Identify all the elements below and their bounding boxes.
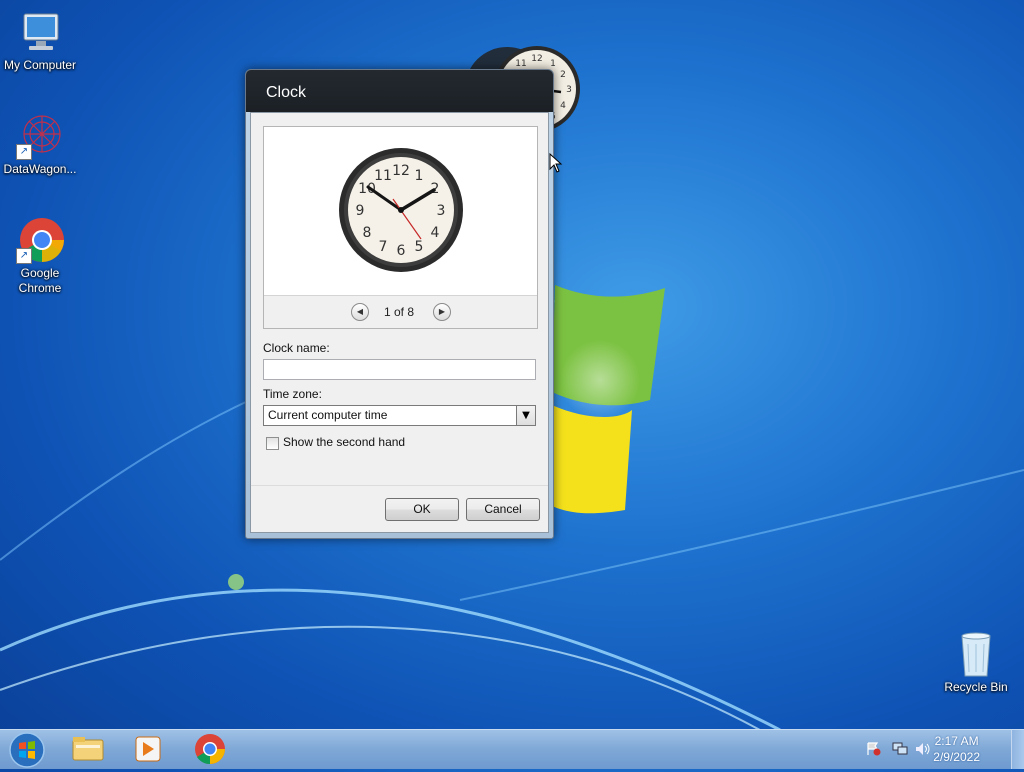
shortcut-arrow-icon: ↗ bbox=[16, 248, 32, 264]
chevron-down-icon[interactable]: ▼ bbox=[516, 406, 535, 425]
clock-name-label: Clock name: bbox=[263, 341, 330, 355]
mouse-cursor-icon bbox=[549, 153, 563, 173]
clock-name-input[interactable] bbox=[263, 359, 536, 380]
desktop-icon-label: DataWagon... bbox=[3, 162, 77, 176]
desktop-icon-my-computer[interactable]: My Computer bbox=[0, 8, 80, 73]
dialog-title: Clock bbox=[266, 84, 307, 101]
windows-logo-icon bbox=[9, 732, 45, 768]
taskbar-media-player[interactable] bbox=[124, 732, 172, 766]
chrome-icon bbox=[195, 734, 225, 765]
svg-text:3: 3 bbox=[437, 203, 446, 219]
svg-text:5: 5 bbox=[415, 239, 424, 255]
start-button[interactable] bbox=[8, 731, 46, 769]
dialog-body: 1212 345 678 91011 ◀ 1 of 8 ▶ Clock name… bbox=[250, 112, 549, 533]
folder-icon bbox=[72, 737, 104, 761]
next-clock-button[interactable]: ▶ bbox=[433, 303, 451, 321]
svg-text:11: 11 bbox=[374, 168, 392, 184]
svg-text:6: 6 bbox=[397, 243, 406, 259]
desktop-icon-google-chrome[interactable]: ↗ Google Chrome bbox=[0, 216, 80, 296]
computer-icon bbox=[16, 8, 64, 56]
cancel-button[interactable]: Cancel bbox=[466, 498, 540, 521]
svg-text:8: 8 bbox=[363, 225, 372, 241]
action-center-flag-icon[interactable] bbox=[866, 742, 882, 756]
svg-text:4: 4 bbox=[560, 101, 566, 111]
desktop-icon-recycle-bin[interactable]: Recycle Bin bbox=[936, 630, 1016, 695]
svg-text:1: 1 bbox=[550, 59, 556, 69]
desktop-icon-label: My Computer bbox=[3, 58, 77, 72]
desktop-icon-datawagon[interactable]: ↗ DataWagon... bbox=[0, 112, 80, 177]
time-zone-value: Current computer time bbox=[268, 408, 388, 422]
datawagon-icon: ↗ bbox=[16, 112, 64, 160]
taskbar-chrome[interactable] bbox=[186, 732, 234, 766]
svg-text:2: 2 bbox=[560, 70, 566, 80]
svg-text:12: 12 bbox=[531, 54, 542, 64]
svg-text:4: 4 bbox=[431, 225, 440, 241]
desktop-icon-label: Recycle Bin bbox=[944, 680, 1008, 694]
taskbar-explorer[interactable] bbox=[64, 732, 112, 766]
taskbar-time: 2:17 AM bbox=[934, 734, 979, 748]
svg-text:11: 11 bbox=[515, 59, 526, 69]
preview-navigation: ◀ 1 of 8 ▶ bbox=[264, 295, 537, 328]
clock-face-preview: 1212 345 678 91011 bbox=[339, 148, 463, 272]
taskbar-clock[interactable]: 2:17 AM 2/9/2022 bbox=[933, 733, 980, 765]
previous-clock-button[interactable]: ◀ bbox=[351, 303, 369, 321]
taskbar: 2:17 AM 2/9/2022 bbox=[0, 729, 1024, 769]
clock-settings-dialog: Clock 1212 345 678 91011 ◀ 1 of 8 bbox=[245, 69, 554, 539]
svg-text:9: 9 bbox=[356, 203, 365, 219]
show-second-hand-checkbox[interactable] bbox=[266, 437, 279, 450]
dialog-footer: OK Cancel bbox=[251, 486, 548, 532]
time-zone-label: Time zone: bbox=[263, 387, 322, 401]
time-zone-select[interactable]: Current computer time ▼ bbox=[263, 405, 536, 426]
chrome-icon: ↗ bbox=[16, 216, 64, 264]
shortcut-arrow-icon: ↗ bbox=[16, 144, 32, 160]
recycle-bin-icon bbox=[952, 630, 1000, 678]
svg-text:12: 12 bbox=[392, 163, 410, 179]
show-desktop-button[interactable] bbox=[1011, 730, 1024, 769]
ok-button[interactable]: OK bbox=[385, 498, 459, 521]
svg-text:7: 7 bbox=[379, 239, 388, 255]
volume-icon[interactable] bbox=[915, 742, 931, 756]
desktop-icon-label: Google Chrome bbox=[18, 266, 62, 295]
taskbar-date: 2/9/2022 bbox=[933, 750, 980, 764]
clock-preview: 1212 345 678 91011 ◀ 1 of 8 ▶ bbox=[263, 126, 538, 329]
svg-text:1: 1 bbox=[415, 168, 424, 184]
svg-text:3: 3 bbox=[566, 85, 572, 95]
network-icon[interactable] bbox=[892, 742, 908, 756]
show-second-hand-label: Show the second hand bbox=[283, 435, 406, 449]
media-player-icon bbox=[135, 736, 161, 762]
clock-page-indicator: 1 of 8 bbox=[384, 305, 415, 319]
